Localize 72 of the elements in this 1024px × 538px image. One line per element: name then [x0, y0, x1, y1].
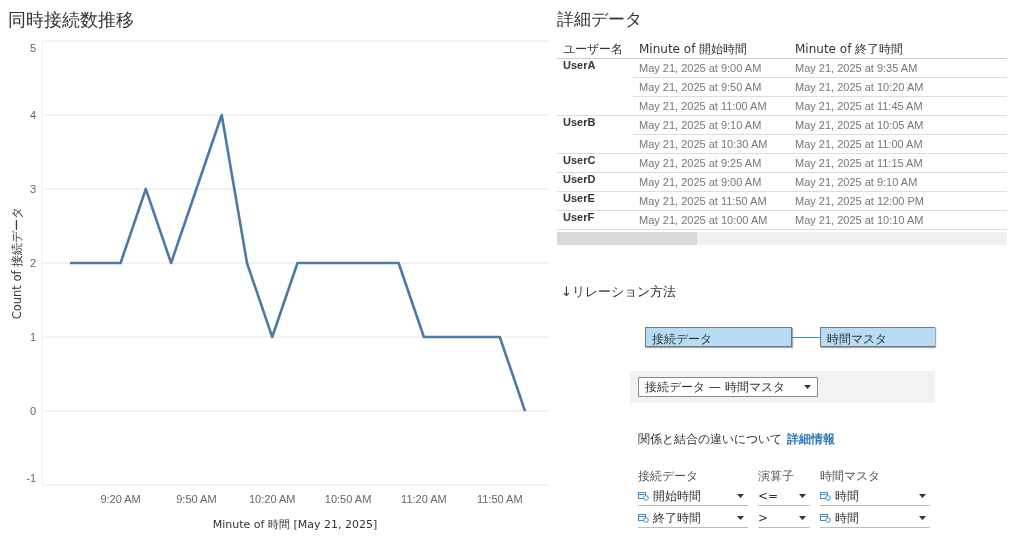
x-tick-label: 11:20 AM [401, 493, 447, 505]
relation-dropdown[interactable]: 接続データ — 時間マスタ [638, 377, 818, 397]
caret-icon [919, 494, 926, 498]
table-cell: May 21, 2025 at 10:05 AM [789, 115, 1007, 135]
table-cell: May 21, 2025 at 9:00 AM [633, 58, 789, 78]
operator-dropdown[interactable]: > [758, 509, 810, 528]
y-tick-label: 4 [29, 109, 36, 121]
column-header: ユーザー名 [557, 40, 633, 59]
date-field-icon [820, 513, 831, 523]
column-header: Minute of 開始時間 [633, 40, 789, 59]
user-cell: UserF [557, 210, 633, 230]
field-dropdown[interactable]: 時間 [820, 509, 930, 528]
user-cell: UserC [557, 153, 633, 173]
column-header: Minute of 終了時間 [789, 40, 1007, 59]
user-cell: UserE [557, 191, 633, 211]
y-tick-label: 2 [29, 257, 36, 269]
operator-dropdown[interactable]: <= [758, 487, 810, 506]
column-label: 時間マスタ [820, 468, 881, 484]
x-tick-label: 11:50 AM [476, 493, 523, 505]
date-field-icon [638, 491, 649, 501]
caret-icon [799, 494, 806, 498]
table-cell: May 21, 2025 at 9:10 AM [789, 172, 1007, 192]
section-title: ↓リレーション方法 [561, 283, 677, 301]
table-title: 詳細データ [557, 8, 643, 31]
caret-icon [804, 385, 811, 389]
field-dropdown[interactable]: 開始時間 [638, 487, 748, 506]
field-dropdown[interactable]: 時間 [820, 487, 930, 506]
details-link[interactable]: 詳細情報 [787, 432, 835, 446]
y-tick-label: 5 [29, 42, 36, 54]
x-axis-title: Minute of 時間 [May 21, 2025] [212, 518, 378, 531]
user-cell: UserA [557, 58, 633, 116]
caret-icon [919, 516, 926, 520]
date-field-icon [638, 513, 649, 523]
caret-icon [737, 494, 744, 498]
user-cell: UserB [557, 115, 633, 154]
table-cell: May 21, 2025 at 11:00 AM [633, 96, 789, 116]
field-dropdown[interactable]: 終了時間 [638, 509, 748, 528]
info-text: 関係と結合の違いについて [638, 432, 782, 446]
date-field-icon [820, 491, 831, 501]
y-axis-title: Count of 接続データ [10, 206, 24, 320]
table-cell: May 21, 2025 at 12:00 PM [789, 191, 1007, 211]
table-cell: May 21, 2025 at 11:15 AM [789, 153, 1007, 173]
x-tick-label: 9:20 AM [100, 493, 141, 505]
column-label: 接続データ [638, 468, 699, 484]
y-tick-label: -1 [26, 472, 36, 484]
table-cell: May 21, 2025 at 10:20 AM [789, 77, 1007, 97]
column-label: 演算子 [758, 468, 795, 484]
table-cell: May 21, 2025 at 9:00 AM [633, 172, 789, 192]
table-cell: May 21, 2025 at 10:30 AM [633, 134, 789, 154]
table-cell: May 21, 2025 at 10:00 AM [633, 210, 789, 230]
x-tick-label: 10:50 AM [324, 493, 372, 505]
horizontal-scrollbar[interactable] [557, 232, 1007, 245]
connector-line [792, 336, 820, 338]
table-node[interactable]: 接続データ [645, 327, 792, 347]
chart-title: 同時接続数推移 [7, 8, 135, 32]
table-cell: May 21, 2025 at 9:35 AM [789, 58, 1007, 78]
table-cell: May 21, 2025 at 9:50 AM [633, 77, 789, 97]
y-tick-label: 0 [29, 405, 36, 417]
y-tick-label: 1 [29, 331, 36, 343]
table-node[interactable]: 時間マスタ [820, 327, 935, 347]
x-tick-label: 10:20 AM [249, 493, 296, 505]
table-cell: May 21, 2025 at 9:10 AM [633, 115, 789, 135]
table-cell: May 21, 2025 at 10:10 AM [789, 210, 1007, 230]
caret-icon [737, 516, 744, 520]
table-cell: May 21, 2025 at 11:00 AM [789, 134, 1007, 154]
y-tick-label: 3 [29, 183, 36, 195]
table-cell: May 21, 2025 at 9:25 AM [633, 153, 789, 173]
user-cell: UserD [557, 172, 633, 192]
table-cell: May 21, 2025 at 11:45 AM [789, 96, 1007, 116]
x-tick-label: 9:50 AM [176, 493, 217, 505]
caret-icon [799, 516, 806, 520]
table-cell: May 21, 2025 at 11:50 AM [633, 191, 789, 211]
